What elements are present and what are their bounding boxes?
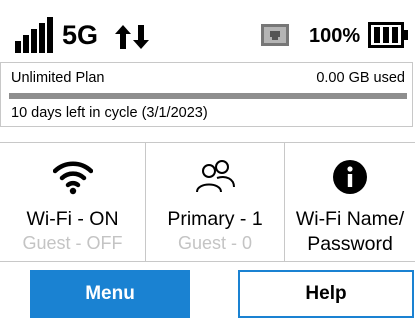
network-type: 5G — [62, 20, 99, 50]
info-icon — [333, 160, 367, 194]
plan-name: Unlimited Plan — [11, 70, 105, 86]
tile-wifi[interactable]: Wi-Fi - ON Guest - OFF — [0, 143, 146, 261]
plan-usage: 0.00 GB used — [316, 70, 405, 86]
data-arrows-icon — [115, 25, 149, 49]
ethernet-icon — [261, 24, 289, 46]
status-bar: 5G 100% — [0, 0, 415, 62]
wifi-icon — [52, 161, 93, 195]
signal-bars-icon — [15, 17, 53, 53]
usage-bar-fill — [9, 93, 407, 99]
tile-wifi-name-password[interactable]: Wi-Fi Name/ Password — [285, 143, 415, 261]
plan-panel: Unlimited Plan 0.00 GB used 10 days left… — [0, 62, 413, 127]
usage-bar — [9, 93, 407, 99]
primary-devices: Primary - 1 — [167, 208, 263, 230]
help-button[interactable]: Help — [238, 270, 414, 318]
guest-devices: Guest - 0 — [177, 233, 253, 253]
wifi-status: Wi-Fi - ON — [26, 208, 119, 230]
battery-icon — [368, 22, 408, 48]
cycle-info: 10 days left in cycle (3/1/2023) — [11, 105, 208, 121]
password-label: Password — [307, 233, 393, 255]
guest-wifi-status: Guest - OFF — [22, 233, 123, 253]
tile-connected-devices[interactable]: Primary - 1 Guest - 0 — [146, 143, 285, 261]
battery-percent: 100% — [309, 25, 361, 47]
users-icon — [196, 160, 235, 193]
tiles-row: Wi-Fi - ON Guest - OFF Primary - 1 Guest… — [0, 142, 415, 262]
wifi-name-label: Wi-Fi Name/ — [295, 208, 405, 230]
menu-button[interactable]: Menu — [30, 270, 190, 318]
